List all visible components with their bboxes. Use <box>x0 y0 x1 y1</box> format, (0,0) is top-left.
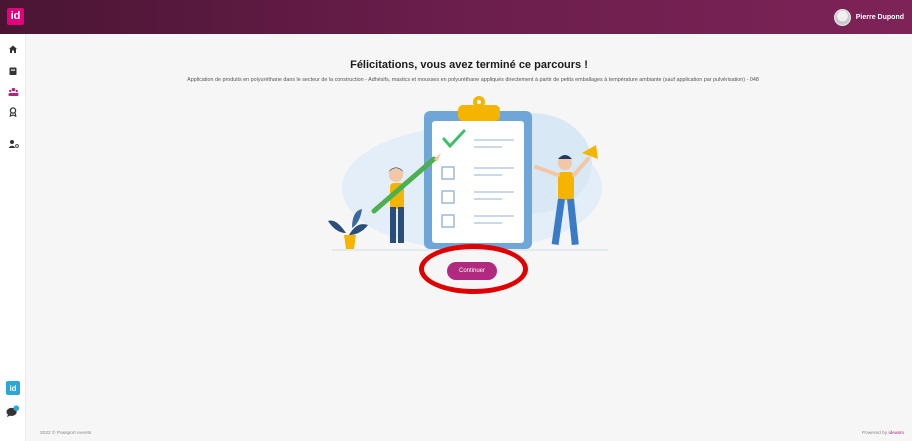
sidebar: id <box>0 34 26 441</box>
user-settings-icon[interactable] <box>6 137 20 151</box>
top-bar: id Pierre Dupond <box>0 0 912 34</box>
page-title: Félicitations, vous avez terminé ce parc… <box>350 59 588 71</box>
user-menu[interactable]: Pierre Dupond <box>833 8 904 26</box>
course-subtitle: Application de produits en polyuréthane … <box>187 77 759 83</box>
powered-by-brand[interactable]: ideasm <box>889 431 904 436</box>
footer-copyright: 2022 © Passport events <box>40 431 92 436</box>
user-name[interactable]: Pierre Dupond <box>856 14 904 21</box>
powered-by-label: Powered by <box>861 431 888 436</box>
completion-illustration <box>328 96 608 251</box>
footer-powered-by: Powered by ideasm <box>862 431 904 436</box>
app-logo[interactable]: id <box>7 8 24 25</box>
home-icon[interactable] <box>6 42 20 56</box>
highlight-annotation <box>419 244 528 294</box>
avatar[interactable] <box>833 8 851 26</box>
award-icon[interactable] <box>6 105 20 119</box>
book-icon[interactable] <box>6 64 20 78</box>
id-logo-icon[interactable]: id <box>6 381 20 395</box>
chat-icon[interactable] <box>6 404 20 418</box>
users-icon[interactable] <box>6 85 20 99</box>
